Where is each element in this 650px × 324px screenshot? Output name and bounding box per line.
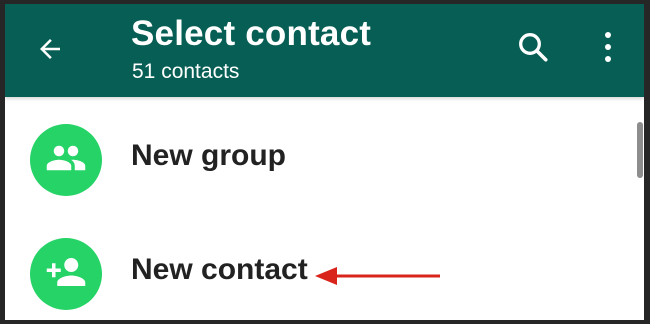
- new-contact-avatar: [30, 238, 102, 310]
- more-options-button[interactable]: [588, 26, 628, 72]
- search-button[interactable]: [510, 26, 556, 72]
- annotation-arrow-icon: [315, 267, 440, 285]
- search-icon: [515, 29, 551, 70]
- new-contact-label: New contact: [131, 253, 308, 286]
- arrow-back-icon: [35, 34, 65, 69]
- new-group-label: New group: [131, 139, 286, 172]
- device-frame: Select contact 51 contacts New group New…: [0, 0, 650, 324]
- page-title: Select contact: [131, 14, 372, 53]
- app-bar: Select contact 51 contacts: [5, 4, 644, 97]
- more-vert-icon: [602, 30, 614, 69]
- back-button[interactable]: [27, 28, 73, 74]
- new-group-avatar: [30, 124, 102, 196]
- group-icon: [45, 137, 87, 184]
- scrollbar[interactable]: [637, 122, 643, 178]
- person-add-icon: [45, 251, 87, 298]
- list-item-new-group[interactable]: New group: [5, 114, 625, 214]
- contact-count: 51 contacts: [132, 60, 240, 83]
